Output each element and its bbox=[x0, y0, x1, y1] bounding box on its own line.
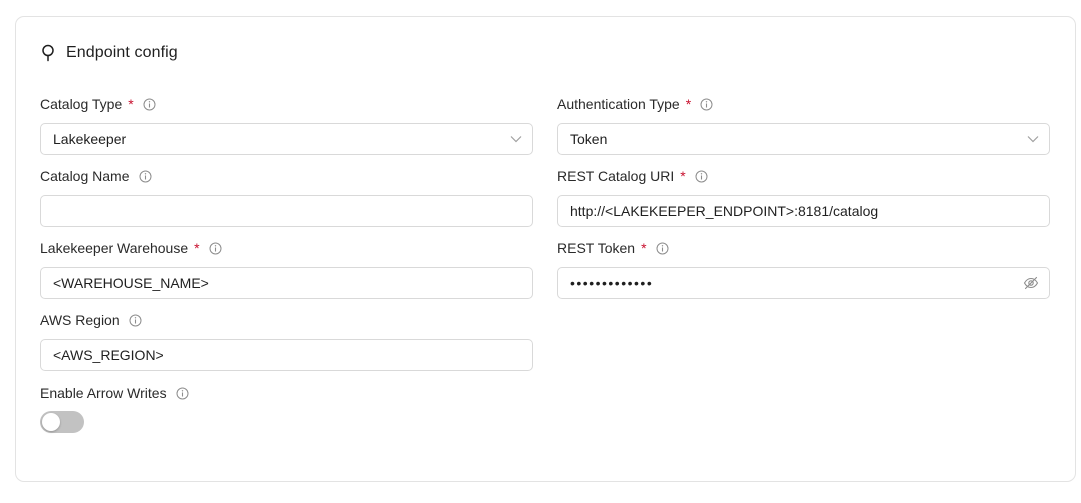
catalog-name-field: Catalog Name bbox=[40, 167, 533, 227]
info-icon[interactable] bbox=[656, 242, 669, 255]
lightbulb-icon bbox=[40, 44, 56, 62]
chevron-down-icon bbox=[510, 135, 522, 143]
required-marker: * bbox=[680, 168, 686, 184]
info-icon[interactable] bbox=[143, 98, 156, 111]
catalog-type-label: Catalog Type bbox=[40, 96, 123, 112]
lakekeeper-warehouse-label: Lakekeeper Warehouse bbox=[40, 240, 189, 256]
enable-arrow-writes-label: Enable Arrow Writes bbox=[40, 385, 167, 401]
card-title: Endpoint config bbox=[66, 44, 178, 61]
toggle-knob bbox=[42, 413, 60, 431]
chevron-down-icon bbox=[1027, 135, 1039, 143]
catalog-name-input[interactable] bbox=[40, 195, 533, 227]
rest-token-input[interactable]: ••••••••••••• bbox=[557, 267, 1050, 299]
lakekeeper-warehouse-field: Lakekeeper Warehouse * <WAREHOUSE_NAME> bbox=[40, 239, 533, 299]
rest-catalog-uri-field: REST Catalog URI * http://<LAKEKEEPER_EN… bbox=[557, 167, 1050, 227]
info-icon[interactable] bbox=[695, 170, 708, 183]
info-icon[interactable] bbox=[129, 314, 142, 327]
authentication-type-select[interactable]: Token bbox=[557, 123, 1050, 155]
required-marker: * bbox=[641, 240, 647, 256]
rest-token-value: ••••••••••••• bbox=[570, 275, 654, 291]
required-marker: * bbox=[685, 96, 692, 112]
rest-catalog-uri-value: http://<LAKEKEEPER_ENDPOINT>:8181/catalo… bbox=[570, 203, 879, 219]
info-icon[interactable] bbox=[700, 98, 713, 111]
info-icon[interactable] bbox=[139, 170, 152, 183]
rest-catalog-uri-input[interactable]: http://<LAKEKEEPER_ENDPOINT>:8181/catalo… bbox=[557, 195, 1050, 227]
catalog-type-select[interactable]: Lakekeeper bbox=[40, 123, 533, 155]
rest-catalog-uri-label: REST Catalog URI bbox=[557, 168, 675, 184]
catalog-type-field: Catalog Type * Lakekeeper bbox=[40, 95, 533, 155]
authentication-type-field: Authentication Type * Token bbox=[557, 95, 1050, 155]
required-marker: * bbox=[194, 240, 200, 256]
aws-region-label: AWS Region bbox=[40, 312, 120, 328]
aws-region-value: <AWS_REGION> bbox=[53, 347, 164, 363]
enable-arrow-writes-field: Enable Arrow Writes bbox=[40, 384, 533, 402]
required-marker: * bbox=[128, 96, 134, 112]
info-icon[interactable] bbox=[176, 387, 189, 400]
authentication-type-value: Token bbox=[570, 131, 608, 147]
catalog-name-label: Catalog Name bbox=[40, 168, 130, 184]
catalog-type-value: Lakekeeper bbox=[53, 131, 127, 147]
eye-off-icon[interactable] bbox=[1023, 276, 1039, 290]
rest-token-field: REST Token * ••••••••••••• bbox=[557, 239, 1050, 299]
rest-token-label: REST Token bbox=[557, 240, 636, 256]
lakekeeper-warehouse-input[interactable]: <WAREHOUSE_NAME> bbox=[40, 267, 533, 299]
card-header: Endpoint config bbox=[40, 44, 178, 62]
enable-arrow-writes-toggle[interactable] bbox=[40, 411, 84, 433]
authentication-type-label: Authentication Type bbox=[557, 96, 680, 112]
aws-region-input[interactable]: <AWS_REGION> bbox=[40, 339, 533, 371]
aws-region-field: AWS Region <AWS_REGION> bbox=[40, 311, 533, 371]
info-icon[interactable] bbox=[209, 242, 222, 255]
endpoint-config-card: Endpoint config Catalog Type * Lakekeepe… bbox=[15, 16, 1076, 482]
lakekeeper-warehouse-value: <WAREHOUSE_NAME> bbox=[53, 275, 209, 291]
